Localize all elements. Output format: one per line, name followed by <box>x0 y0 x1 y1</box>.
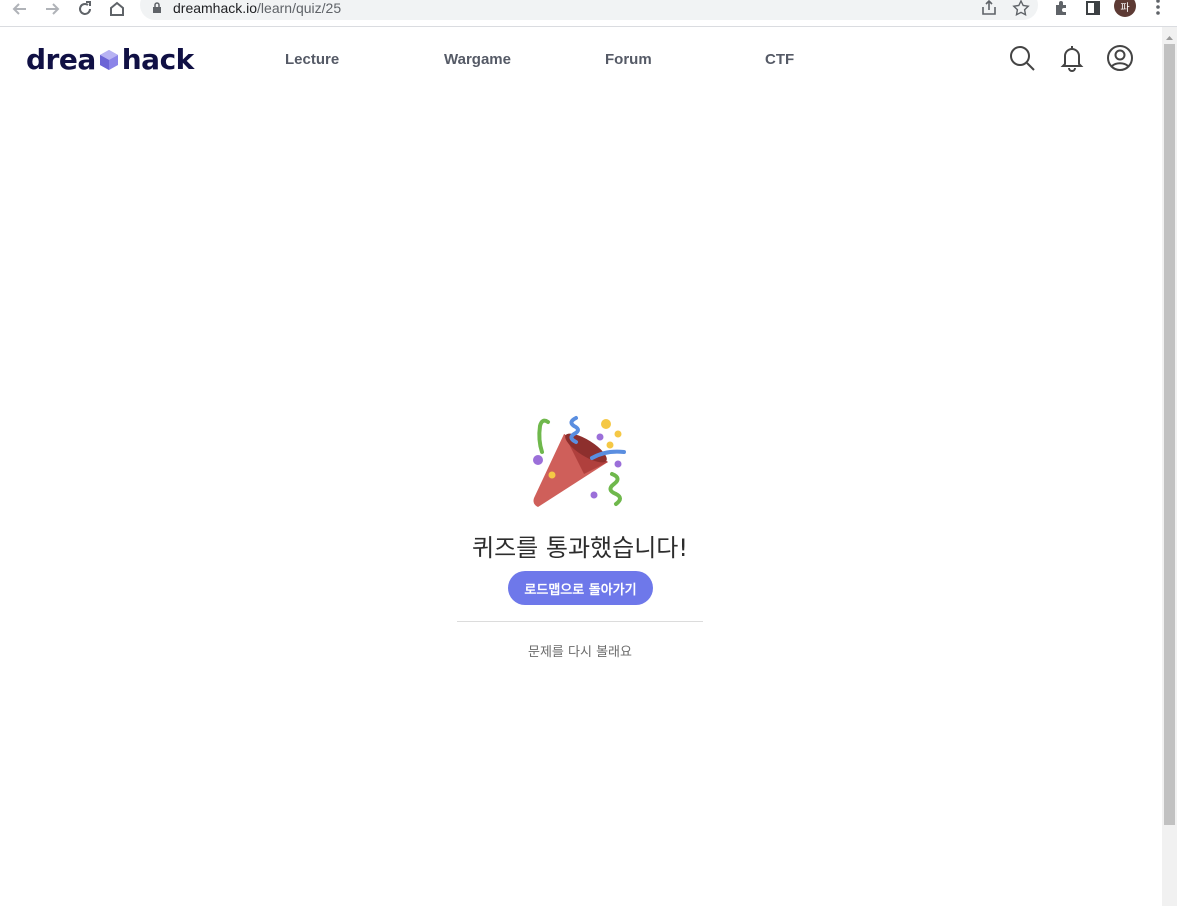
retry-quiz-link[interactable]: 문제를 다시 볼래요 <box>457 641 703 660</box>
logo-cube-icon <box>99 49 118 70</box>
nav-wargame[interactable]: Wargame <box>444 51 511 68</box>
nav-forum[interactable]: Forum <box>605 51 652 68</box>
browser-toolbar: dreamhack.io/learn/quiz/25 파 <box>0 0 1177 27</box>
quiz-passed-title: 퀴즈를 통과했습니다! <box>472 534 688 562</box>
extensions-icon[interactable] <box>1050 0 1072 19</box>
back-icon[interactable] <box>8 0 32 21</box>
share-icon[interactable] <box>978 0 1000 19</box>
site-header: drea hack Lecture Wargame Forum CTF <box>0 27 1162 93</box>
notification-bell-icon[interactable] <box>1057 43 1087 73</box>
address-bar[interactable]: dreamhack.io/learn/quiz/25 <box>140 0 1038 20</box>
browser-menu-icon[interactable] <box>1152 0 1164 17</box>
profile-avatar[interactable]: 파 <box>1114 0 1136 17</box>
url-text: dreamhack.io/learn/quiz/25 <box>173 0 342 16</box>
logo-text-right: hack <box>121 43 195 76</box>
back-to-roadmap-button[interactable]: 로드맵으로 돌아가기 <box>508 571 653 605</box>
side-panel-icon[interactable] <box>1082 0 1104 19</box>
lock-icon <box>153 2 161 13</box>
home-icon[interactable] <box>105 0 129 21</box>
forward-icon[interactable] <box>40 0 64 21</box>
logo-text-left: drea <box>26 43 96 76</box>
party-popper-icon <box>533 416 626 507</box>
search-icon[interactable] <box>1007 43 1037 73</box>
scroll-up-arrow-icon[interactable] <box>1164 30 1175 40</box>
scrollbar-thumb[interactable] <box>1164 44 1175 825</box>
nav-ctf[interactable]: CTF <box>765 51 794 68</box>
user-account-icon[interactable] <box>1105 43 1135 73</box>
divider <box>457 621 703 622</box>
nav-lecture[interactable]: Lecture <box>285 51 339 68</box>
dreamhack-logo[interactable]: drea hack <box>26 43 194 76</box>
bookmark-star-icon[interactable] <box>1010 0 1032 19</box>
reload-icon[interactable] <box>73 0 97 21</box>
